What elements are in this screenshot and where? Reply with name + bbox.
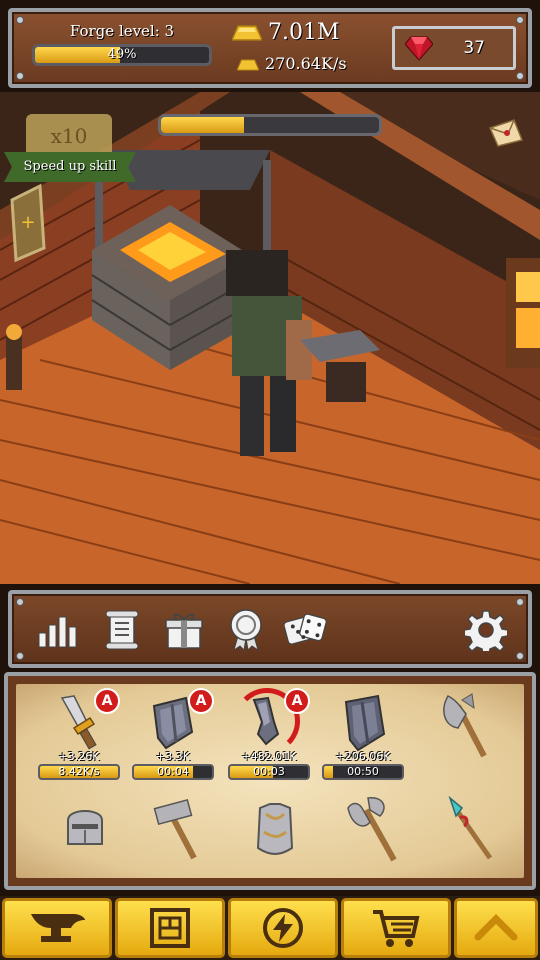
crafting-progress-bar xyxy=(158,114,382,136)
battle-axe-icon xyxy=(443,693,487,758)
stats-icon xyxy=(38,616,77,648)
gift-icon xyxy=(165,613,203,649)
rivet-decoration xyxy=(16,652,24,660)
quests-button[interactable] xyxy=(100,608,144,652)
auto-badge: A xyxy=(94,688,120,714)
blueprints-tab-button[interactable] xyxy=(115,898,225,958)
item-progress-text: 00:03 xyxy=(253,765,285,778)
forge-tab-button[interactable] xyxy=(2,898,112,958)
chest-armor-icon xyxy=(256,803,294,855)
item-war-hammer[interactable] xyxy=(132,796,218,886)
item-value: +3.3K xyxy=(156,750,190,763)
action-menu-bar xyxy=(8,590,532,668)
rivet-decoration xyxy=(16,598,24,606)
item-progress-text: 8.42K/s xyxy=(58,765,100,778)
gold-rate-value: 270.64K/s xyxy=(265,54,347,73)
item-progress-bar: 00:50 xyxy=(322,764,404,780)
forge-progress-text: 49% xyxy=(107,47,137,62)
item-knight-helmet[interactable] xyxy=(42,800,128,890)
gold-ingot-icon xyxy=(232,25,262,41)
item-progress-text: 00:50 xyxy=(347,765,379,778)
gold-total-display: 7.01M xyxy=(232,20,340,45)
item-golden-sword[interactable]: A +3.26K 8.42K/s xyxy=(36,688,122,784)
svg-text:+: + xyxy=(20,212,35,233)
gems-count: 37 xyxy=(463,38,485,58)
item-iron-shield[interactable]: A +3.3K 00:04 xyxy=(130,688,216,784)
bottom-navigation xyxy=(0,896,540,960)
forge-level-panel[interactable]: Forge level: 3 49% xyxy=(32,22,212,66)
war-hammer-icon xyxy=(153,798,197,860)
rivet-decoration xyxy=(516,652,524,660)
gems-display[interactable]: 37 xyxy=(392,26,516,70)
boost-tab-button[interactable] xyxy=(228,898,338,958)
item-chest-armor[interactable] xyxy=(232,800,318,890)
rivet-decoration xyxy=(516,16,524,24)
gold-ingot-small-icon xyxy=(237,58,259,71)
expand-panel-button[interactable] xyxy=(454,898,538,958)
forge-level-progress-bar: 49% xyxy=(32,44,212,66)
speed-up-label: Speed up skill xyxy=(23,159,117,174)
dice-icon xyxy=(284,613,327,645)
item-value: +206.06K xyxy=(335,750,391,763)
forge-level-label: Forge level: 3 xyxy=(69,22,175,40)
auto-badge: A xyxy=(284,688,310,714)
lightning-boost-icon xyxy=(263,908,303,948)
item-crystal-spear[interactable] xyxy=(420,794,506,884)
item-double-axe[interactable] xyxy=(326,794,412,884)
gift-button[interactable] xyxy=(162,608,206,652)
auto-badge: A xyxy=(188,688,214,714)
gold-rate-display: 270.64K/s xyxy=(237,54,347,73)
settings-button[interactable] xyxy=(464,608,508,652)
knight-helmet-icon xyxy=(67,810,103,845)
achievements-button[interactable] xyxy=(224,608,268,652)
gold-total-value: 7.01M xyxy=(268,20,340,45)
blueprint-icon xyxy=(150,908,190,948)
rivet-decoration xyxy=(16,16,24,24)
item-value: +3.26K xyxy=(58,750,100,763)
rivet-decoration xyxy=(516,72,524,80)
item-progress-bar: 00:03 xyxy=(228,764,310,780)
achievement-medal-icon xyxy=(230,609,262,652)
settings-gear-icon xyxy=(465,610,507,651)
item-progress-bar: 8.42K/s xyxy=(38,764,120,780)
tower-shield-icon xyxy=(344,694,386,752)
item-steel-gauntlet[interactable]: A +482.01K 00:03 xyxy=(226,688,312,784)
rivet-decoration xyxy=(516,598,524,606)
crystal-spear-icon xyxy=(448,795,493,860)
item-progress-bar: 00:04 xyxy=(132,764,214,780)
item-tower-shield[interactable]: +206.06K 00:50 xyxy=(320,694,406,784)
scroll-icon xyxy=(105,610,139,650)
shop-cart-icon xyxy=(373,910,420,947)
ruby-gem-icon xyxy=(405,36,433,61)
speed-multiplier: x10 xyxy=(50,124,88,148)
double-axe-icon xyxy=(347,797,397,862)
expand-up-icon xyxy=(474,914,518,941)
dice-button[interactable] xyxy=(284,608,328,652)
crafting-progress-fill xyxy=(161,117,244,133)
mail-letter-icon[interactable] xyxy=(488,118,524,152)
item-battle-axe[interactable] xyxy=(420,692,506,782)
item-progress-text: 00:04 xyxy=(157,765,189,778)
item-value: +482.01K xyxy=(241,750,297,763)
rivet-decoration xyxy=(16,72,24,80)
shop-tab-button[interactable] xyxy=(341,898,451,958)
top-hud: Forge level: 3 49% 7.01M 270.64K/s 37 xyxy=(8,8,532,88)
anvil-icon xyxy=(31,914,85,942)
stats-button[interactable] xyxy=(36,608,80,652)
